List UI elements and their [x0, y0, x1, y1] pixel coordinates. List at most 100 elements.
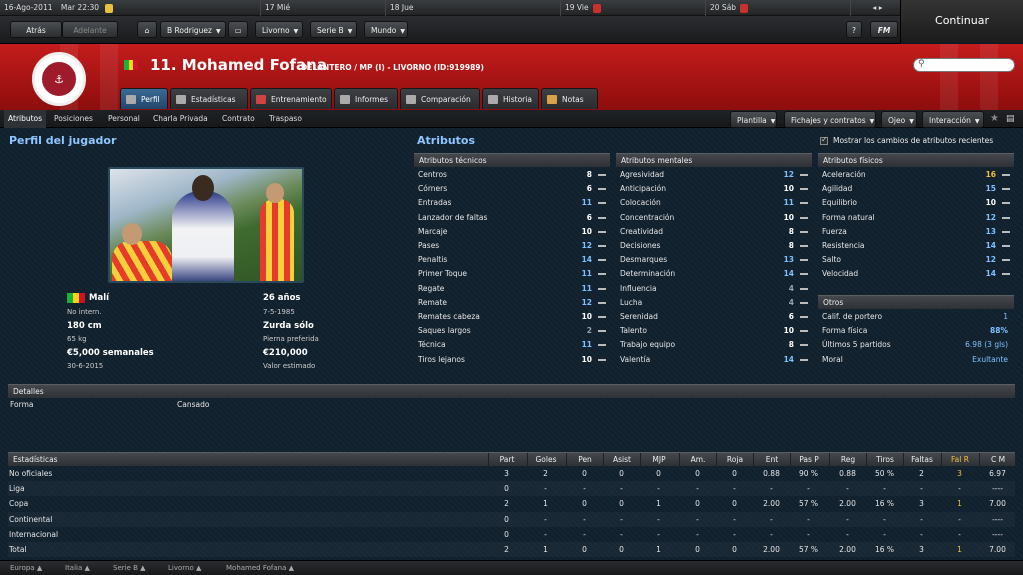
- forward-button[interactable]: Adelante: [62, 21, 118, 38]
- trend-dash-icon: [598, 330, 606, 333]
- caret-up-icon: ▲: [195, 564, 202, 572]
- transfers-menu[interactable]: Fichajes y contratos ▼: [784, 111, 876, 128]
- stats-column-header[interactable]: Goles: [527, 453, 564, 467]
- attribute-value: 10: [783, 212, 794, 222]
- attribute-row: Lanzador de faltas 6: [418, 211, 606, 225]
- stats-column-header[interactable]: C M: [979, 453, 1016, 467]
- inbox-icon[interactable]: ▭: [228, 21, 248, 38]
- stats-column-header[interactable]: Asist: [603, 453, 640, 467]
- trend-dash-icon: [1002, 273, 1010, 276]
- stats-cell: 3: [919, 545, 924, 554]
- league-menu[interactable]: Serie B ▼: [310, 21, 357, 38]
- trend-dash-icon: [598, 202, 606, 205]
- attribute-value: 8: [788, 340, 794, 350]
- stats-cell: 0: [732, 499, 737, 509]
- calendar-day-3[interactable]: 19 Vie: [560, 0, 705, 16]
- squad-menu[interactable]: Plantilla ▼: [730, 111, 777, 128]
- stats-column-header[interactable]: MJP: [640, 453, 677, 467]
- chevron-left-icon[interactable]: ◂: [873, 3, 877, 12]
- scout-menu[interactable]: Ojeo ▼: [881, 111, 917, 128]
- tab-comparacion[interactable]: Comparación: [400, 88, 480, 109]
- attribute-row: Colocación 11: [620, 196, 808, 210]
- star-icon[interactable]: ★: [990, 110, 999, 128]
- breadcrumb-europa[interactable]: Europa ▲: [10, 561, 42, 575]
- attribute-value: 14: [985, 269, 996, 279]
- player-tabs: Perfil Estadísticas Entrenamiento Inform…: [0, 88, 1023, 110]
- help-button[interactable]: ?: [846, 21, 862, 38]
- attribute-value: 14: [581, 255, 592, 265]
- breadcrumb-club[interactable]: Livorno ▲: [168, 561, 201, 575]
- stats-row[interactable]: Continental 0- - - - - - - - - - - - ----: [8, 512, 1015, 527]
- attribute-name: Pases: [418, 241, 440, 250]
- club-menu[interactable]: Livorno ▼: [255, 21, 303, 38]
- stats-row[interactable]: Liga 0- - - - - - - - - - - - ----: [8, 481, 1015, 496]
- tab-perfil[interactable]: Perfil: [120, 88, 168, 109]
- subnav-traspaso[interactable]: Traspaso: [269, 110, 302, 128]
- subnav-personal[interactable]: Personal: [108, 110, 140, 128]
- continue-button[interactable]: Continuar: [900, 0, 1023, 43]
- attribute-value: 8: [586, 170, 592, 179]
- stats-column-header[interactable]: Am.: [679, 453, 716, 467]
- attribute-name: Influencia: [620, 283, 657, 293]
- tab-estadisticas[interactable]: Estadísticas: [170, 88, 248, 109]
- home-icon[interactable]: ⌂: [137, 21, 157, 38]
- stats-column-header[interactable]: Roja: [716, 453, 753, 467]
- calendar-day-2[interactable]: 18 Jue: [385, 0, 560, 16]
- attribute-row: Centros 8: [418, 168, 606, 182]
- stats-row[interactable]: Copa 2 1 0 0 1 0 0 2.00 57 % 2.00 16 % 3 1 7.00: [8, 496, 1015, 511]
- tab-informes[interactable]: Informes: [334, 88, 398, 109]
- subnav-charla-privada[interactable]: Charla Privada: [153, 110, 208, 128]
- manager-menu[interactable]: B Rodriguez ▼: [160, 21, 226, 38]
- notepad-icon[interactable]: ▤: [1006, 110, 1015, 128]
- stats-column-header[interactable]: Pas P: [790, 453, 827, 467]
- stats-cell: 1: [957, 545, 962, 554]
- calendar-arrows[interactable]: ◂ ▸: [850, 0, 900, 16]
- subnav-atributos[interactable]: Atributos: [4, 110, 47, 128]
- calendar-day-1[interactable]: 17 Mié: [260, 0, 385, 16]
- attribute-row: Salto 12: [822, 253, 1010, 267]
- caret-down-icon: ▼: [909, 118, 914, 125]
- stats-cell: 16 %: [874, 545, 895, 554]
- stats-column-header[interactable]: Fal R: [941, 453, 978, 467]
- attribute-value: Exultante: [972, 354, 1008, 364]
- interaction-menu[interactable]: Interacción ▼: [922, 111, 984, 128]
- stats-cell: 2.00: [763, 499, 780, 509]
- breadcrumb-player[interactable]: Mohamed Fofana ▲: [226, 561, 294, 575]
- stats-cell: -: [807, 514, 810, 524]
- stats-column-header[interactable]: Part: [488, 453, 525, 467]
- stats-column-header[interactable]: Reg: [829, 453, 866, 467]
- chevron-right-icon[interactable]: ▸: [879, 3, 883, 12]
- subnav-posiciones[interactable]: Posiciones: [54, 110, 93, 128]
- stats-column-header[interactable]: Ent: [753, 453, 790, 467]
- search-input[interactable]: ⚲: [913, 58, 1015, 72]
- stats-column-header[interactable]: Tiros: [866, 453, 903, 467]
- stats-column-header[interactable]: Faltas: [903, 453, 940, 467]
- fm-menu-button[interactable]: FM: [870, 21, 898, 38]
- subnav-contrato[interactable]: Contrato: [222, 110, 255, 128]
- nav-bar: Atrás Adelante ⌂ B Rodriguez ▼ ▭ Livorno ▼…: [0, 16, 900, 44]
- calendar-bar: 16-Ago-2011 Mar 22:30 17 Mié 18 Jue 19 V…: [0, 0, 900, 16]
- stats-column-header[interactable]: Pen: [566, 453, 603, 467]
- show-changes-checkbox[interactable]: ✓: [820, 135, 828, 145]
- breadcrumb-italia[interactable]: Italia ▲: [65, 561, 90, 575]
- attribute-value: 2: [586, 326, 592, 336]
- calendar-day-4[interactable]: 20 Sáb: [705, 0, 850, 16]
- stats-row[interactable]: Total 2 1 0 0 1 0 0 2.00 57 % 2.00 16 % 3 1 7.00: [8, 542, 1015, 557]
- tab-notas[interactable]: Notas: [541, 88, 598, 109]
- stats-cell: 2.00: [839, 545, 856, 554]
- attribute-row: Forma natural 12: [822, 211, 1010, 225]
- trend-dash-icon: [1002, 174, 1010, 176]
- tab-historia[interactable]: Historia: [482, 88, 539, 109]
- stats-row[interactable]: No oficiales 3 2 0 0 0 0 0 0.88 90 % 0.88 50 % 2 3 6.9…: [8, 466, 1015, 481]
- tab-entrenamiento[interactable]: Entrenamiento: [250, 88, 332, 109]
- stats-row[interactable]: Internacional 0- - - - - - - - - - - - ----: [8, 527, 1015, 542]
- trend-dash-icon: [598, 316, 606, 318]
- breadcrumb-league[interactable]: Serie B ▲: [113, 561, 146, 575]
- technical-header: Atributos técnicos: [414, 153, 610, 167]
- trend-dash-icon: [1002, 188, 1010, 191]
- world-menu[interactable]: Mundo ▼: [364, 21, 408, 38]
- calendar-today[interactable]: 16-Ago-2011 Mar 22:30: [0, 0, 260, 16]
- back-button[interactable]: Atrás: [10, 21, 62, 38]
- age: 26 años: [263, 293, 301, 303]
- attribute-row: Fuerza 13: [822, 225, 1010, 239]
